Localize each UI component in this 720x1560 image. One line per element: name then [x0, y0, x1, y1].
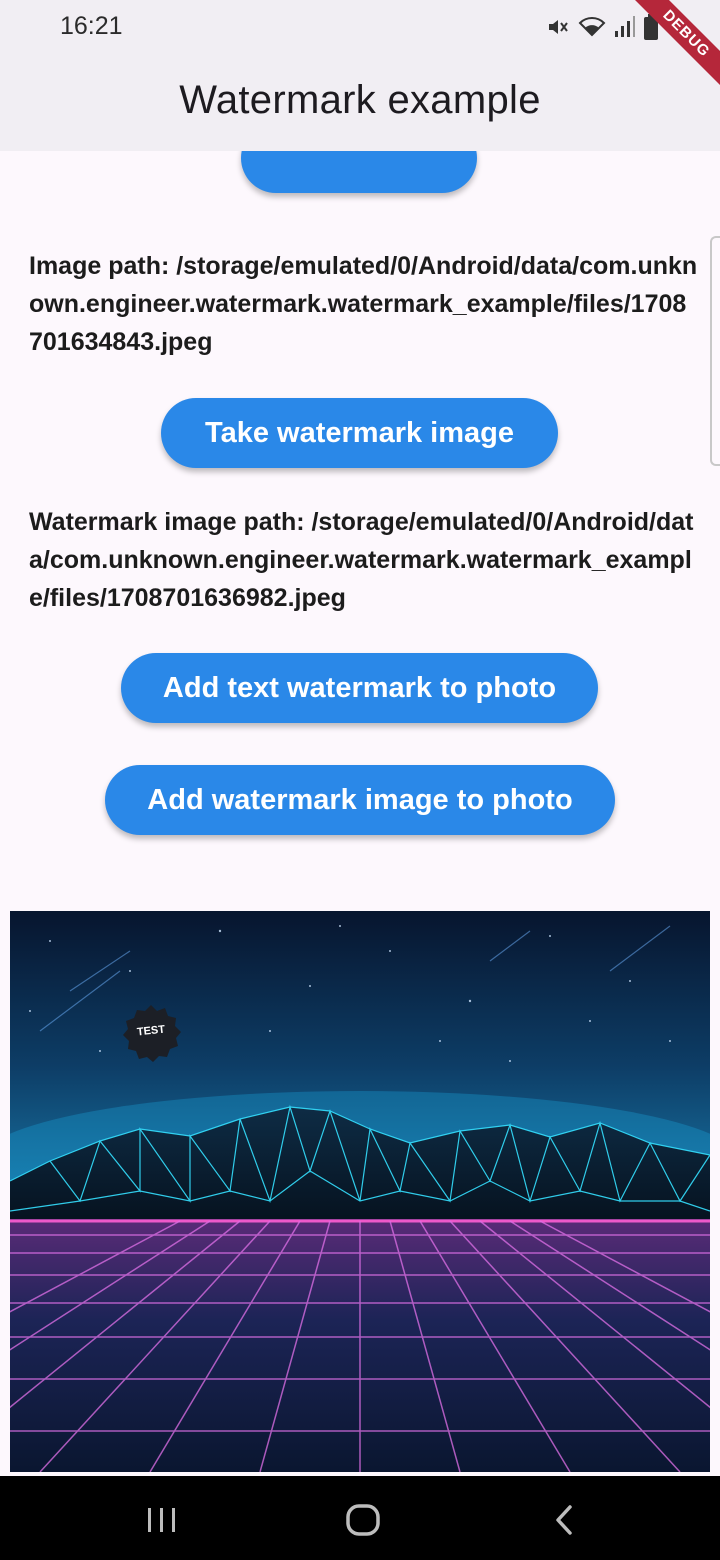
- back-icon[interactable]: [552, 1504, 576, 1536]
- debug-banner: DEBUG: [610, 0, 720, 110]
- watermark-badge: TEST: [120, 1003, 182, 1065]
- debug-ribbon: DEBUG: [628, 0, 720, 92]
- image-path-text: Image path: /storage/emulated/0/Android/…: [29, 252, 698, 356]
- result-image: TEST: [10, 911, 710, 1472]
- add-text-watermark-button[interactable]: Add text watermark to photo: [121, 653, 598, 723]
- home-icon[interactable]: [346, 1504, 380, 1536]
- wifi-icon: [578, 17, 606, 37]
- synthwave-landscape: [10, 911, 710, 1472]
- watermark-path-text: Watermark image path: /storage/emulated/…: [29, 508, 694, 612]
- take-watermark-image-button[interactable]: Take watermark image: [161, 398, 558, 468]
- add-watermark-image-button[interactable]: Add watermark image to photo: [105, 765, 615, 835]
- mute-icon: [549, 20, 568, 34]
- system-nav-bar: [0, 1476, 720, 1560]
- take-photo-button[interactable]: [241, 151, 477, 193]
- recents-icon[interactable]: [146, 1506, 178, 1534]
- scrollbar[interactable]: [710, 236, 720, 466]
- status-time: 16:21: [60, 12, 123, 40]
